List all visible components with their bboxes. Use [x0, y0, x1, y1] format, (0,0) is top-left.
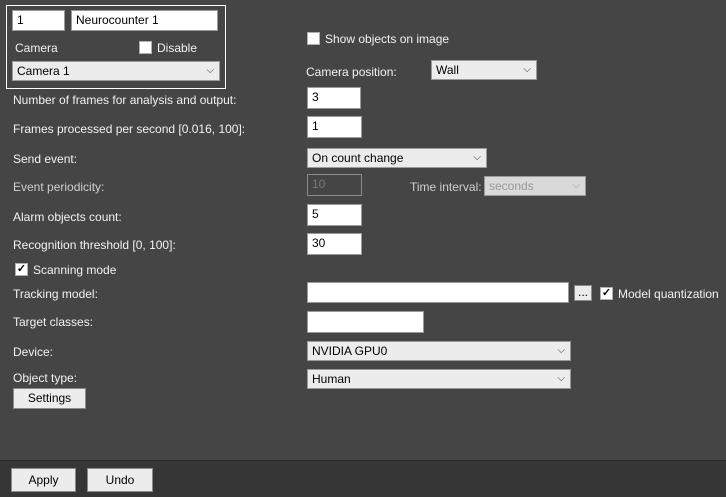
time-interval-value: seconds: [489, 179, 534, 193]
frames-per-second-label: Frames processed per second [0.016, 100]…: [13, 122, 246, 136]
alarm-objects-label: Alarm objects count:: [13, 210, 122, 224]
send-event-select[interactable]: On count change ⌵: [307, 148, 487, 168]
apply-button[interactable]: Apply: [11, 468, 76, 492]
tracking-model-input[interactable]: [307, 282, 569, 303]
tracking-model-label: Tracking model:: [13, 287, 98, 301]
undo-button[interactable]: Undo: [87, 468, 153, 492]
device-select[interactable]: NVIDIA GPU0 ⌵: [307, 341, 571, 361]
alarm-objects-input[interactable]: 5: [307, 204, 362, 226]
model-quantization-checkbox[interactable]: ✓: [600, 287, 613, 300]
event-periodicity-input[interactable]: 10: [307, 174, 362, 196]
recognition-threshold-label: Recognition threshold [0, 100]:: [13, 238, 176, 252]
object-type-label: Object type:: [13, 371, 78, 385]
event-periodicity-label: Event periodicity:: [13, 180, 105, 194]
frames-analysis-input[interactable]: 3: [307, 87, 361, 109]
chevron-down-icon: ⌵: [206, 65, 214, 76]
device-label: Device:: [13, 345, 54, 359]
camera-select-value: Camera 1: [17, 64, 70, 78]
time-interval-label: Time interval:: [410, 180, 482, 194]
frames-analysis-label: Number of frames for analysis and output…: [13, 93, 237, 107]
target-classes-label: Target classes:: [13, 315, 94, 329]
camera-select[interactable]: Camera 1 ⌵: [12, 61, 220, 81]
chevron-down-icon: ⌵: [572, 180, 580, 191]
scanning-mode-label: Scanning mode: [33, 263, 117, 277]
time-interval-select[interactable]: seconds ⌵: [484, 176, 586, 196]
chevron-down-icon: ⌵: [557, 345, 565, 356]
disable-checkbox[interactable]: [139, 41, 152, 54]
send-event-value: On count change: [312, 151, 404, 165]
frames-per-second-input[interactable]: 1: [307, 116, 362, 138]
settings-button[interactable]: Settings: [13, 388, 86, 409]
browse-button[interactable]: ...: [574, 285, 592, 301]
camera-position-label: Camera position:: [306, 65, 397, 79]
recognition-threshold-input[interactable]: 30: [307, 233, 362, 255]
scanning-mode-checkbox[interactable]: ✓: [15, 263, 28, 276]
checkmark-icon: ✓: [16, 263, 27, 275]
chevron-down-icon: ⌵: [473, 152, 481, 163]
show-objects-label: Show objects on image: [325, 32, 450, 46]
detector-id-field[interactable]: 1: [12, 10, 65, 31]
camera-position-select[interactable]: Wall ⌵: [431, 60, 537, 80]
device-value: NVIDIA GPU0: [312, 344, 388, 358]
object-type-value: Human: [312, 372, 351, 386]
chevron-down-icon: ⌵: [557, 373, 565, 384]
camera-position-value: Wall: [436, 63, 459, 77]
target-classes-input[interactable]: [307, 311, 424, 333]
show-objects-checkbox[interactable]: [307, 32, 320, 45]
model-quantization-label: Model quantization: [618, 287, 719, 301]
send-event-label: Send event:: [13, 152, 78, 166]
detector-name-field[interactable]: Neurocounter 1: [71, 10, 218, 31]
checkmark-icon: ✓: [601, 287, 612, 299]
chevron-down-icon: ⌵: [523, 64, 531, 75]
camera-label: Camera: [15, 41, 58, 55]
disable-label: Disable: [157, 41, 198, 55]
object-type-select[interactable]: Human ⌵: [307, 369, 571, 389]
